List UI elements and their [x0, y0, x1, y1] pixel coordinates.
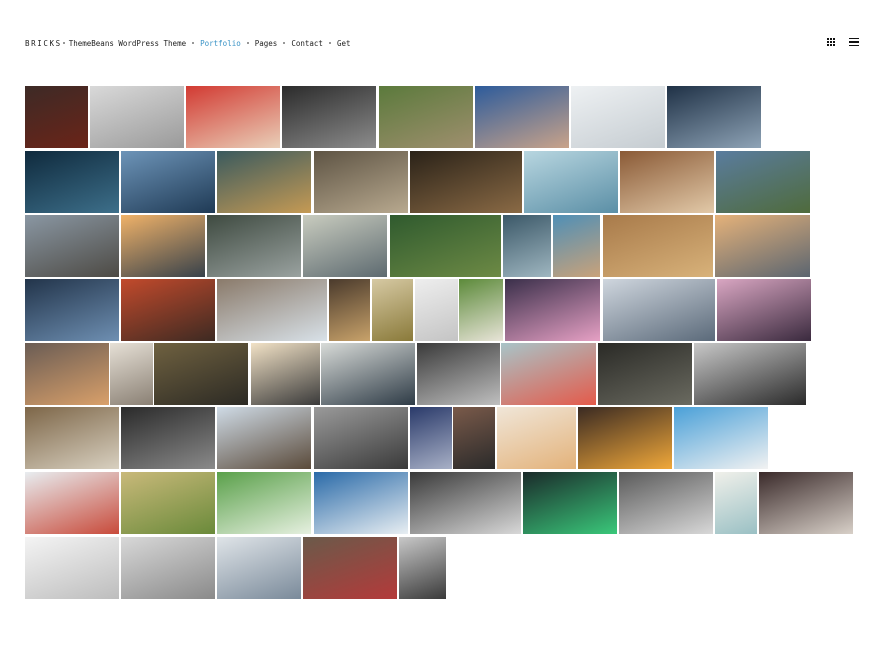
portfolio-thumbnail[interactable] — [619, 472, 713, 534]
portfolio-thumbnail[interactable] — [603, 279, 715, 341]
portfolio-thumbnail[interactable] — [314, 407, 408, 469]
portfolio-thumbnail[interactable] — [620, 151, 714, 213]
portfolio-thumbnail[interactable] — [415, 279, 458, 341]
portfolio-thumbnail[interactable] — [25, 215, 119, 277]
portfolio-thumbnail[interactable] — [282, 86, 376, 148]
portfolio-thumbnail[interactable] — [121, 151, 215, 213]
portfolio-thumbnail[interactable] — [553, 215, 600, 277]
portfolio-thumbnail[interactable] — [25, 86, 88, 148]
portfolio-thumbnail[interactable] — [390, 215, 501, 277]
portfolio-thumbnail[interactable] — [598, 343, 692, 405]
portfolio-thumbnail[interactable] — [501, 343, 596, 405]
portfolio-thumbnail[interactable] — [379, 86, 473, 148]
portfolio-thumbnail[interactable] — [524, 151, 618, 213]
portfolio-thumbnail[interactable] — [505, 279, 600, 341]
portfolio-thumbnail[interactable] — [251, 343, 320, 405]
portfolio-thumbnail[interactable] — [453, 407, 495, 469]
portfolio-thumbnail[interactable] — [523, 472, 617, 534]
portfolio-thumbnail[interactable] — [417, 343, 500, 405]
portfolio-thumbnail[interactable] — [410, 472, 521, 534]
portfolio-thumbnail[interactable] — [314, 472, 408, 534]
portfolio-thumbnail[interactable] — [667, 86, 761, 148]
portfolio-thumbnail[interactable] — [399, 537, 446, 599]
portfolio-thumbnail[interactable] — [475, 86, 569, 148]
portfolio-thumbnail[interactable] — [578, 407, 672, 469]
portfolio-thumbnail[interactable] — [459, 279, 503, 341]
portfolio-thumbnail[interactable] — [314, 151, 408, 213]
portfolio-thumbnail[interactable] — [25, 343, 109, 405]
portfolio-thumbnail[interactable] — [410, 407, 452, 469]
portfolio-thumbnail[interactable] — [121, 215, 205, 277]
portfolio-thumbnail[interactable] — [110, 343, 153, 405]
portfolio-thumbnail[interactable] — [716, 151, 810, 213]
portfolio-thumbnail[interactable] — [410, 151, 522, 213]
portfolio-thumbnail[interactable] — [759, 472, 853, 534]
portfolio-thumbnail[interactable] — [217, 472, 311, 534]
portfolio-thumbnail[interactable] — [186, 86, 280, 148]
portfolio-thumbnail[interactable] — [25, 407, 119, 469]
portfolio-thumbnail[interactable] — [217, 407, 311, 469]
portfolio-thumbnail[interactable] — [372, 279, 413, 341]
portfolio-thumbnail[interactable] — [674, 407, 768, 469]
portfolio-thumbnail[interactable] — [303, 215, 387, 277]
portfolio-thumbnail[interactable] — [321, 343, 415, 405]
portfolio-thumbnail[interactable] — [715, 472, 757, 534]
portfolio-thumbnail[interactable] — [603, 215, 713, 277]
portfolio-thumbnail[interactable] — [25, 151, 119, 213]
portfolio-thumbnail[interactable] — [121, 472, 215, 534]
portfolio-grid — [0, 0, 880, 660]
portfolio-thumbnail[interactable] — [715, 215, 810, 277]
portfolio-thumbnail[interactable] — [25, 537, 119, 599]
portfolio-thumbnail[interactable] — [25, 279, 119, 341]
portfolio-thumbnail[interactable] — [217, 279, 327, 341]
portfolio-thumbnail[interactable] — [217, 537, 301, 599]
portfolio-thumbnail[interactable] — [694, 343, 806, 405]
portfolio-thumbnail[interactable] — [497, 407, 576, 469]
portfolio-thumbnail[interactable] — [571, 86, 665, 148]
portfolio-thumbnail[interactable] — [207, 215, 301, 277]
portfolio-thumbnail[interactable] — [154, 343, 248, 405]
portfolio-thumbnail[interactable] — [503, 215, 551, 277]
portfolio-thumbnail[interactable] — [121, 407, 215, 469]
portfolio-thumbnail[interactable] — [121, 537, 215, 599]
portfolio-thumbnail[interactable] — [329, 279, 370, 341]
portfolio-thumbnail[interactable] — [217, 151, 311, 213]
portfolio-thumbnail[interactable] — [25, 472, 119, 534]
portfolio-thumbnail[interactable] — [717, 279, 811, 341]
portfolio-thumbnail[interactable] — [90, 86, 184, 148]
portfolio-thumbnail[interactable] — [303, 537, 397, 599]
portfolio-thumbnail[interactable] — [121, 279, 215, 341]
